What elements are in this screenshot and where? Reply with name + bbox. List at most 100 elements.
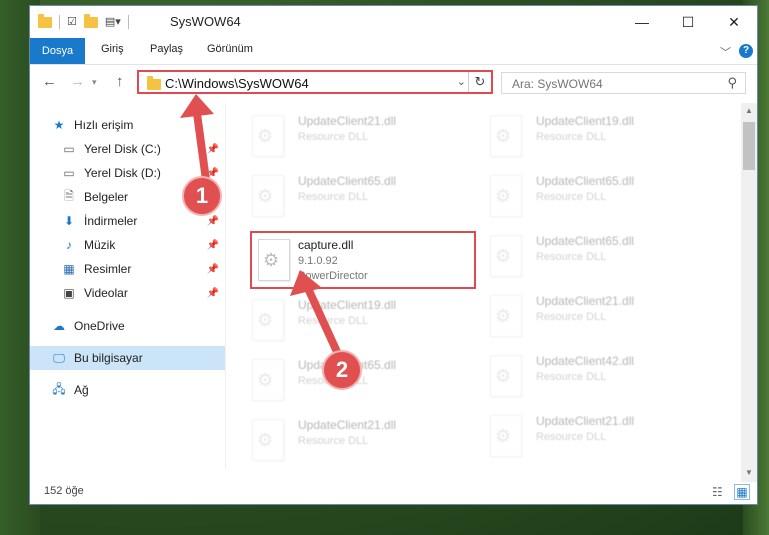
folder-icon bbox=[38, 13, 52, 28]
minimize-button[interactable]: — bbox=[619, 6, 665, 38]
help-icon[interactable]: ? bbox=[739, 44, 753, 58]
dll-file-icon bbox=[258, 239, 290, 281]
sidebar-item-onedrive[interactable]: ☁ OneDrive bbox=[50, 314, 225, 338]
new-folder-icon[interactable] bbox=[83, 13, 98, 28]
sidebar-item-label: Hızlı erişim bbox=[74, 118, 134, 132]
refresh-icon[interactable]: ↻ bbox=[468, 72, 491, 92]
star-icon: ★ bbox=[53, 118, 65, 132]
sidebar-item-this-pc[interactable]: 🖵 Bu bilgisayar bbox=[30, 346, 225, 370]
video-icon: ▣ bbox=[63, 286, 75, 300]
file-type: Resource DLL bbox=[298, 131, 369, 143]
back-arrow-icon[interactable]: ← bbox=[42, 73, 57, 90]
dll-file-icon bbox=[490, 415, 522, 457]
file-type: Resource DLL bbox=[536, 431, 607, 443]
navigation-pane: ★ Hızlı erişim ▭ Yerel Disk (C:) 📌 ▭ Yer… bbox=[30, 103, 225, 469]
properties-icon[interactable]: ☑ bbox=[67, 16, 77, 28]
file-type: Resource DLL bbox=[536, 371, 607, 383]
recent-locations-icon[interactable]: ▾ bbox=[92, 77, 97, 88]
dll-file-icon bbox=[490, 295, 522, 337]
dll-file-icon bbox=[252, 175, 284, 217]
pin-icon: 📌 bbox=[206, 263, 219, 275]
scrollbar-thumb[interactable] bbox=[743, 122, 755, 170]
file-name: UpdateClient21.dll bbox=[298, 114, 397, 128]
search-icon[interactable]: ⚲ bbox=[727, 75, 737, 91]
file-type: Resource DLL bbox=[536, 311, 607, 323]
address-bar[interactable]: C:\Windows\SysWOW64 ⌄ ↻ bbox=[137, 70, 493, 94]
computer-icon: 🖵 bbox=[53, 350, 65, 365]
quick-access-toolbar: ☑ ▤▾ bbox=[38, 13, 129, 29]
tab-view[interactable]: Görünüm bbox=[207, 43, 253, 55]
pictures-icon: ▦ bbox=[63, 262, 75, 276]
dll-file-icon bbox=[490, 235, 522, 277]
network-icon: 🖧 bbox=[52, 381, 66, 396]
details-view-icon[interactable]: ☷ bbox=[712, 485, 723, 499]
sidebar-item-videos[interactable]: ▣ Videolar 📌 bbox=[60, 281, 225, 305]
step-badge-2: 2 bbox=[322, 350, 362, 390]
sidebar-item-pictures[interactable]: ▦ Resimler 📌 bbox=[60, 257, 225, 281]
sidebar-item-quick-access[interactable]: ★ Hızlı erişim bbox=[50, 113, 225, 137]
file-item[interactable]: UpdateClient65.dll Resource DLL bbox=[240, 169, 465, 225]
large-icons-view-icon[interactable]: ▦ bbox=[734, 484, 750, 500]
sidebar-item-label: Ağ bbox=[74, 383, 89, 397]
sidebar-item-local-disk-c[interactable]: ▭ Yerel Disk (C:) 📌 bbox=[60, 137, 225, 161]
file-name: UpdateClient21.dll bbox=[298, 418, 397, 432]
customize-toolbar-icon[interactable]: ▤▾ bbox=[105, 16, 121, 28]
chevron-down-icon[interactable]: ⌄ bbox=[457, 75, 466, 88]
maximize-button[interactable]: ☐ bbox=[665, 6, 711, 38]
file-item[interactable]: UpdateClient19.dll Resource DLL bbox=[478, 109, 703, 165]
cloud-icon: ☁ bbox=[53, 319, 65, 333]
file-item[interactable]: UpdateClient21.dll Resource DLL bbox=[478, 289, 703, 345]
sidebar-item-label: Belgeler bbox=[84, 190, 129, 204]
file-type: Resource DLL bbox=[536, 131, 607, 143]
forward-arrow-icon[interactable]: → bbox=[70, 73, 85, 90]
sidebar-item-label: Bu bilgisayar bbox=[74, 351, 143, 365]
sidebar-item-label: İndirmeler bbox=[84, 214, 138, 228]
expand-ribbon-icon[interactable]: ﹀ bbox=[720, 44, 731, 60]
drive-icon: ▭ bbox=[63, 142, 75, 156]
drive-icon: ▭ bbox=[63, 166, 75, 180]
file-name: UpdateClient21.dll bbox=[536, 294, 635, 308]
file-company: PowerDirector bbox=[298, 270, 368, 282]
pin-icon: 📌 bbox=[206, 215, 219, 227]
dll-file-icon bbox=[490, 355, 522, 397]
file-item[interactable]: UpdateClient42.dll Resource DLL bbox=[478, 349, 703, 405]
pin-icon: 📌 bbox=[206, 239, 219, 251]
file-item[interactable]: UpdateClient65.dll Resource DLL bbox=[478, 169, 703, 225]
file-name: UpdateClient19.dll bbox=[536, 114, 635, 128]
item-count: 152 öğe bbox=[44, 485, 84, 497]
sidebar-item-network[interactable]: 🖧 Ağ bbox=[50, 378, 225, 402]
file-name: UpdateClient65.dll bbox=[536, 234, 635, 248]
file-name: UpdateClient42.dll bbox=[536, 354, 635, 368]
download-icon: ⬇ bbox=[63, 214, 75, 228]
file-item[interactable]: UpdateClient19.dll Resource DLL bbox=[240, 293, 465, 349]
window-title: SysWOW64 bbox=[170, 14, 241, 29]
file-name: UpdateClient65.dll bbox=[536, 174, 635, 188]
scroll-down-icon[interactable]: ▼ bbox=[741, 468, 757, 477]
tab-share[interactable]: Paylaş bbox=[150, 43, 183, 55]
file-type: Resource DLL bbox=[536, 251, 607, 263]
tab-file[interactable]: Dosya bbox=[30, 38, 85, 64]
file-item[interactable]: UpdateClient21.dll Resource DLL bbox=[240, 413, 465, 469]
sidebar-item-label: Müzik bbox=[84, 238, 116, 252]
address-path: C:\Windows\SysWOW64 bbox=[165, 76, 309, 91]
close-button[interactable]: ✕ bbox=[711, 6, 757, 38]
file-list: UpdateClient21.dll Resource DLL UpdateCl… bbox=[240, 103, 745, 469]
file-item-capture-dll[interactable]: capture.dll 9.1.0.92 PowerDirector bbox=[250, 231, 477, 289]
music-icon: ♪ bbox=[66, 238, 72, 252]
file-version: 9.1.0.92 bbox=[298, 255, 338, 267]
file-name: UpdateClient65.dll bbox=[298, 174, 397, 188]
scroll-up-icon[interactable]: ▲ bbox=[741, 106, 757, 115]
sidebar-item-music[interactable]: ♪ Müzik 📌 bbox=[60, 233, 225, 257]
file-item[interactable]: UpdateClient21.dll Resource DLL bbox=[240, 109, 465, 165]
up-arrow-icon[interactable]: ↑ bbox=[116, 73, 124, 90]
file-name: capture.dll bbox=[298, 238, 354, 252]
file-item[interactable]: UpdateClient65.dll Resource DLL bbox=[478, 229, 703, 285]
ribbon-tabs: Dosya Giriş Paylaş Görünüm ﹀ ? bbox=[30, 38, 757, 65]
dll-file-icon bbox=[490, 115, 522, 157]
file-item[interactable]: UpdateClient21.dll Resource DLL bbox=[478, 409, 703, 465]
status-bar: 152 öğe ☷ ▦ bbox=[30, 482, 757, 504]
search-input[interactable] bbox=[510, 76, 714, 92]
search-box[interactable]: ⚲ bbox=[501, 72, 746, 94]
tab-home[interactable]: Giriş bbox=[101, 43, 124, 55]
sidebar-item-label: Resimler bbox=[84, 262, 132, 276]
